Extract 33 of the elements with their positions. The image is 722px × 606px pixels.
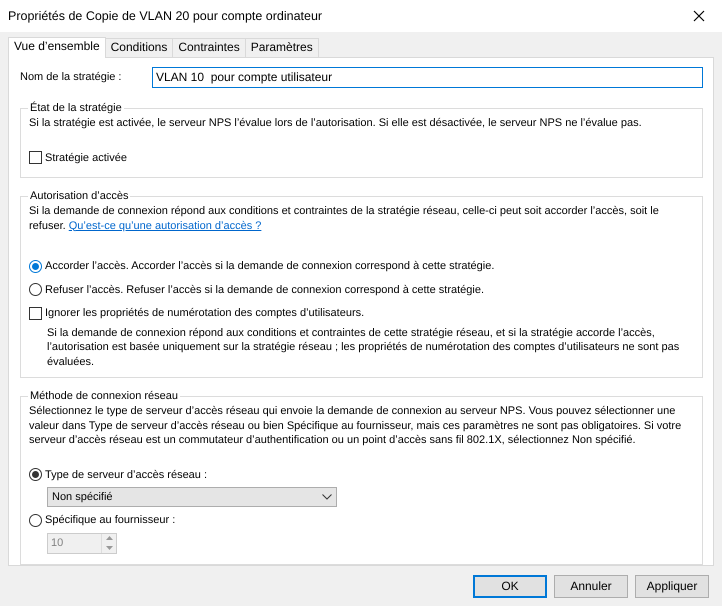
- field-label: Nom de la stratégie :: [20, 70, 122, 84]
- description-text: Si la demande de connexion répond aux conditions et contraintes de la stratégie réseau, celle-ci peut soit accorder l’accès, soit le refuser. Qu’est-ce qu’une autorisation d’accès ?: [29, 204, 660, 233]
- checkbox[interactable]: [29, 306, 42, 320]
- dropdown[interactable]: Non spécifié: [47, 487, 337, 507]
- radio-label: Refuser l’accès. Refuser l’accès si la demande de connexion correspond à cette stratégie.: [45, 282, 484, 297]
- dialog-button[interactable]: Appliquer: [635, 575, 709, 598]
- radio-button[interactable]: [29, 260, 42, 273]
- checkbox-label: Stratégie activée: [45, 150, 127, 165]
- help-link[interactable]: Qu’est-ce qu’une autorisation d’accès ?: [68, 220, 262, 232]
- radio-button[interactable]: [29, 468, 42, 482]
- radio-label: Spécifique au fournisseur :: [45, 513, 176, 528]
- description-text: Sélectionnez le type de serveur d’accès réseau qui envoie la demande de connexion au serveur NPS. Vous pouvez sélectionner une valeur dans Type de serveur d’accès réseau ou bien Spécifique au fournisseur, mais ces paramètres ne sont pas obligatoires. Si votre serveur d’accès réseau est un commutateur d’authentification ou un point d’accès sans fil 802.1X, sélectionnez Non spécifié.: [29, 404, 682, 448]
- tab[interactable]: Paramètres: [244, 38, 319, 57]
- radio-label: Type de serveur d’accès réseau :: [45, 468, 208, 482]
- window-title: Propriétés de Copie de VLAN 20 pour compte ordinateur: [8, 8, 322, 24]
- note-text: Si la demande de connexion répond aux conditions et contraintes de cette stratégie réseau, et si la stratégie accorde l’accès, l’autorisation est basée uniquement sur la stratégie réseau ; les propriétés de numérotation des comptes d’utilisateurs ne sont pas évaluées.: [47, 326, 680, 369]
- radio-button[interactable]: [29, 514, 42, 527]
- dropdown-value: Non spécifié: [52, 490, 113, 504]
- dialog-button[interactable]: OK: [473, 575, 547, 598]
- radio-label: Accorder l’accès. Accorder l’accès si la demande de connexion correspond à cette stratégie.: [45, 259, 494, 274]
- spinner-value: 10: [50, 536, 64, 550]
- group-title: Autorisation d’accès: [29, 189, 130, 204]
- description-text: Si la stratégie est activée, le serveur NPS l’évalue lors de l’autorisation. Si elle est désactivée, le serveur NPS ne l’évalue pas.: [29, 116, 643, 130]
- group-title: État de la stratégie: [29, 101, 123, 116]
- checkbox[interactable]: [29, 151, 42, 164]
- group-title: Méthode de connexion réseau: [29, 389, 179, 404]
- chevron-down-icon: [322, 494, 332, 500]
- dialog-button[interactable]: Annuler: [554, 575, 628, 598]
- checkbox-label: Ignorer les propriétés de numérotation des comptes d’utilisateurs.: [45, 306, 364, 320]
- close-icon: [693, 10, 705, 22]
- tab[interactable]: Vue d’ensemble: [8, 37, 106, 58]
- name-input-field[interactable]: VLAN 10 pour compte utilisateur: [152, 66, 703, 88]
- radio-button[interactable]: [29, 283, 42, 296]
